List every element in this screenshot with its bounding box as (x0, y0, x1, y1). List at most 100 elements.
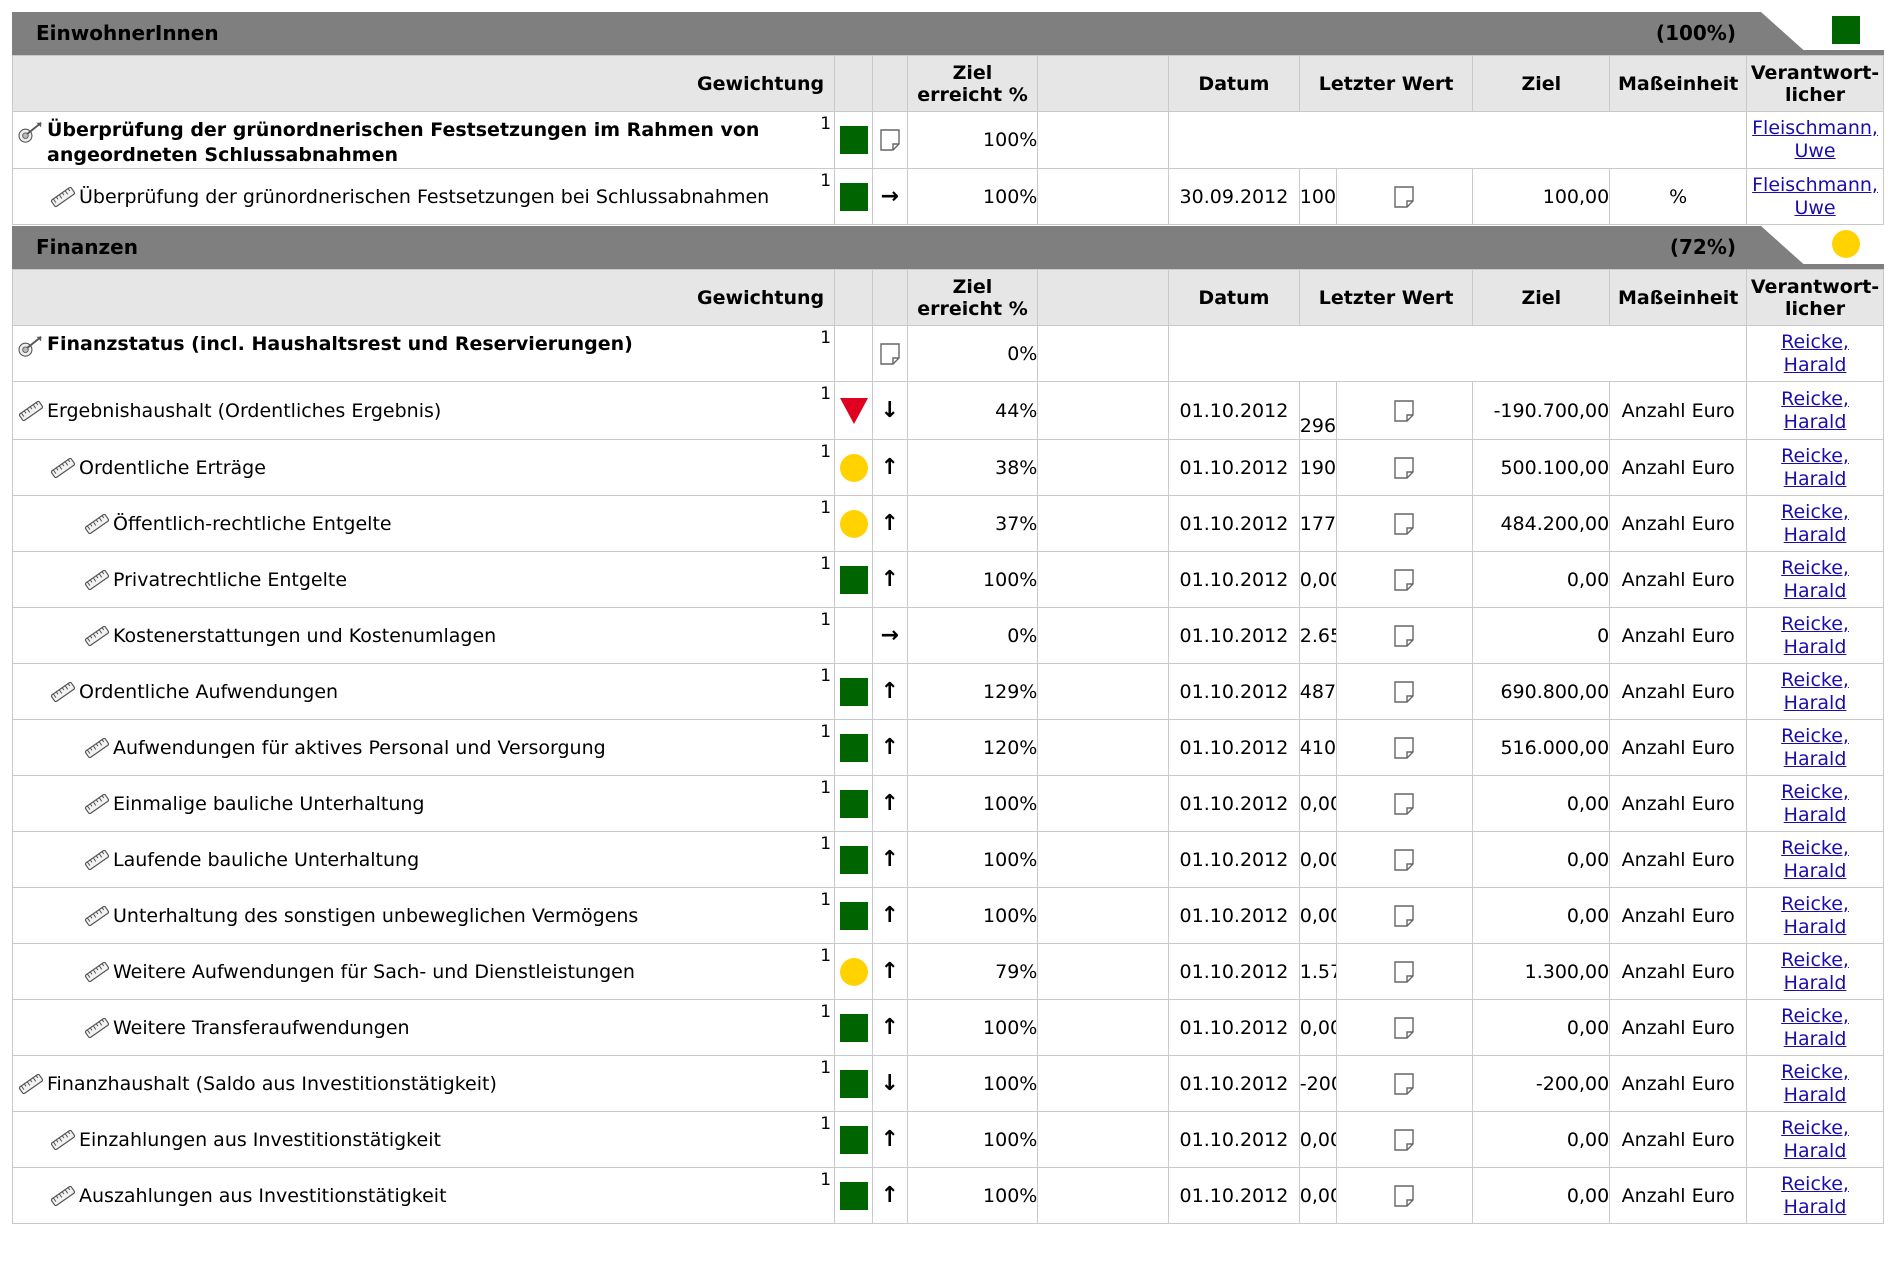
responsible-link[interactable]: Harald (1784, 580, 1847, 602)
kpi-name[interactable]: Weitere Aufwendungen für Sach- und Diens… (14, 945, 834, 999)
responsible-link[interactable]: Fleischmann, (1752, 117, 1878, 139)
verantwortlicher: Reicke, Harald (1746, 439, 1884, 496)
responsible-link[interactable]: Harald (1784, 1196, 1847, 1218)
verantwortlicher: Reicke, Harald (1746, 831, 1884, 888)
responsible-link[interactable]: Harald (1784, 916, 1847, 938)
responsible-link[interactable]: Uwe (1794, 140, 1835, 162)
responsible-link[interactable]: Harald (1784, 524, 1847, 546)
masseinheit: % (1609, 168, 1748, 225)
note-icon[interactable] (1393, 904, 1415, 928)
kpi-name[interactable]: Öffentlich-rechtliche Entgelte (14, 497, 834, 551)
ruler-icon (84, 625, 110, 646)
kpi-name[interactable]: Ergebnishaushalt (Ordentliches Ergebnis) (14, 383, 834, 438)
note-icon[interactable] (1393, 680, 1415, 704)
responsible-link[interactable]: Harald (1784, 804, 1847, 826)
kpi-name[interactable]: Auszahlungen aus Investitionstätigkeit (14, 1169, 834, 1223)
kpi-name[interactable]: Überprüfung der grünordnerischen Festset… (14, 113, 834, 168)
responsible-link[interactable]: Reicke, (1781, 1061, 1849, 1083)
note-icon[interactable] (1393, 1128, 1415, 1152)
responsible-link[interactable]: Reicke, (1781, 1005, 1849, 1027)
kpi-name[interactable]: Laufende bauliche Unterhaltung (14, 833, 834, 887)
header-ziel-erreicht: Ziel erreicht % (906, 55, 1039, 112)
kpi-name-cell: Auszahlungen aus Investitionstätigkeit 1 (11, 1167, 836, 1224)
status-green-square (839, 733, 868, 762)
kpi-name[interactable]: Einmalige bauliche Unterhaltung (14, 777, 834, 831)
note-icon[interactable] (1393, 512, 1415, 536)
note-icon[interactable] (1393, 1072, 1415, 1096)
note-icon[interactable] (1393, 848, 1415, 872)
note-icon[interactable] (879, 128, 901, 152)
responsible-link[interactable]: Harald (1784, 1028, 1847, 1050)
status-green-square (839, 565, 868, 594)
responsible-link[interactable]: Harald (1784, 1140, 1847, 1162)
letzter-wert: 0,00 (1298, 551, 1337, 608)
responsible-link[interactable]: Reicke, (1781, 445, 1849, 467)
responsible-link[interactable]: Reicke, (1781, 501, 1849, 523)
kpi-weight: 1 (820, 778, 832, 798)
responsible-link[interactable]: Reicke, (1781, 669, 1849, 691)
table-row: Einmalige bauliche Unterhaltung 1 ↑ 100% 01.… (11, 775, 1884, 832)
kpi-name[interactable]: Privatrechtliche Entgelte (14, 553, 834, 607)
kpi-name[interactable]: Finanzhaushalt (Saldo aus Investitionstä… (14, 1057, 834, 1111)
responsible-link[interactable]: Reicke, (1781, 1173, 1849, 1195)
note-icon[interactable] (1393, 185, 1415, 209)
note-icon[interactable] (1393, 568, 1415, 592)
responsible-link[interactable]: Reicke, (1781, 613, 1849, 635)
datum: 01.10.2012 (1168, 887, 1300, 944)
responsible-link[interactable]: Harald (1784, 354, 1847, 376)
note-icon[interactable] (1393, 736, 1415, 760)
kpi-name[interactable]: Einzahlungen aus Investitionstätigkeit (14, 1113, 834, 1167)
status-green-square (839, 1013, 868, 1042)
kpi-name[interactable]: Ordentliche Erträge (14, 441, 834, 495)
status-cell (834, 887, 873, 944)
trend-cell (871, 325, 908, 382)
verantwortlicher: Reicke, Harald (1746, 325, 1884, 382)
kpi-name[interactable]: Weitere Transferaufwendungen (14, 1001, 834, 1055)
ziel: 1.300,00 (1472, 943, 1611, 1000)
datum: 01.10.2012 (1168, 1111, 1300, 1168)
header-ziel: Ziel (1472, 269, 1611, 326)
note-icon[interactable] (1393, 1184, 1415, 1208)
note-icon[interactable] (1393, 399, 1415, 423)
responsible-link[interactable]: Reicke, (1781, 1117, 1849, 1139)
responsible-link[interactable]: Harald (1784, 468, 1847, 490)
kpi-name[interactable]: Aufwendungen für aktives Personal und Ve… (14, 721, 834, 775)
note-icon[interactable] (879, 342, 901, 366)
responsible-link[interactable]: Harald (1784, 636, 1847, 658)
status-green-square (839, 126, 868, 154)
status-green-square (839, 901, 868, 930)
responsible-link[interactable]: Harald (1784, 1084, 1847, 1106)
responsible-link[interactable]: Reicke, (1781, 893, 1849, 915)
arrow-up-icon: ↑ (880, 454, 899, 480)
responsible-link[interactable]: Harald (1784, 692, 1847, 714)
datum: 01.10.2012 (1168, 381, 1300, 440)
responsible-link[interactable]: Uwe (1794, 197, 1835, 219)
responsible-link[interactable]: Fleischmann, (1752, 174, 1878, 196)
note-icon[interactable] (1393, 792, 1415, 816)
kpi-name[interactable]: Kostenerstattungen und Kostenumlagen (14, 609, 834, 663)
note-icon[interactable] (1393, 456, 1415, 480)
responsible-link[interactable]: Reicke, (1781, 557, 1849, 579)
kpi-name[interactable]: Unterhaltung des sonstigen unbeweglichen… (14, 889, 834, 943)
responsible-link[interactable]: Harald (1784, 972, 1847, 994)
note-icon[interactable] (1393, 960, 1415, 984)
responsible-link[interactable]: Harald (1784, 860, 1847, 882)
kpi-name[interactable]: Ordentliche Aufwendungen (14, 665, 834, 719)
responsible-link[interactable]: Harald (1784, 411, 1847, 433)
note-cell (1335, 381, 1474, 440)
responsible-link[interactable]: Reicke, (1781, 781, 1849, 803)
responsible-link[interactable]: Reicke, (1781, 837, 1849, 859)
kpi-name[interactable]: Überprüfung der grünordnerischen Festset… (14, 170, 834, 224)
responsible-link[interactable]: Harald (1784, 748, 1847, 770)
note-icon[interactable] (1393, 624, 1415, 648)
status-green-square (1832, 16, 1860, 44)
kpi-name[interactable]: Finanzstatus (incl. Haushaltsrest und Re… (14, 327, 834, 359)
responsible-link[interactable]: Reicke, (1781, 331, 1849, 353)
blank-cell (1037, 663, 1170, 720)
responsible-link[interactable]: Reicke, (1781, 388, 1849, 410)
responsible-link[interactable]: Reicke, (1781, 725, 1849, 747)
responsible-link[interactable]: Reicke, (1781, 949, 1849, 971)
ziel-erreicht: 100% (906, 551, 1039, 608)
note-icon[interactable] (1393, 1016, 1415, 1040)
ruler-icon (50, 1185, 76, 1206)
